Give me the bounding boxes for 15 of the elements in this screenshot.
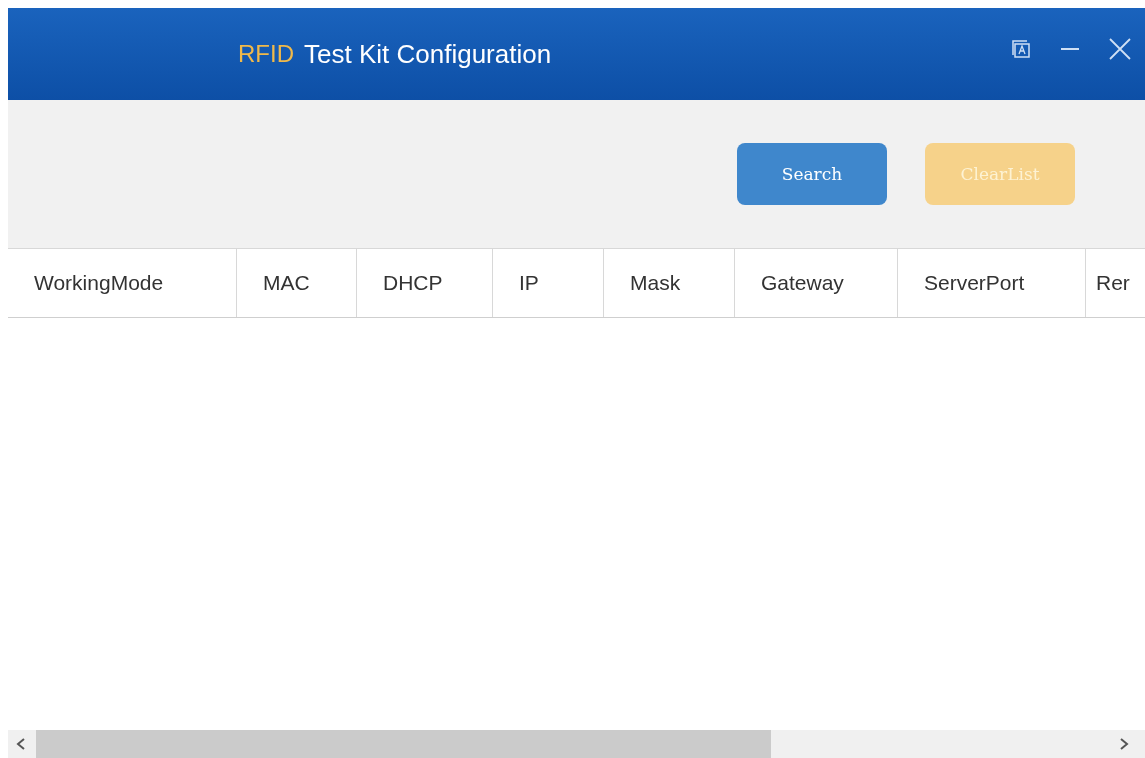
column-header[interactable]: ServerPort [898,249,1086,317]
search-button[interactable]: Search [737,143,887,205]
minimize-icon[interactable] [1061,47,1079,51]
column-header[interactable]: WorkingMode [8,249,237,317]
horizontal-scrollbar[interactable] [8,730,1145,758]
window-title-prefix: RFID [238,40,294,68]
column-header[interactable]: Gateway [735,249,898,317]
column-header[interactable]: DHCP [357,249,493,317]
scrollbar-thumb[interactable] [36,730,771,758]
column-header[interactable]: MAC [237,249,357,317]
window-title: Test Kit Configuration [304,38,552,70]
column-header[interactable]: IP [493,249,604,317]
column-header[interactable]: Mask [604,249,735,317]
column-header[interactable]: Rer [1086,249,1145,317]
close-icon[interactable] [1109,38,1131,60]
